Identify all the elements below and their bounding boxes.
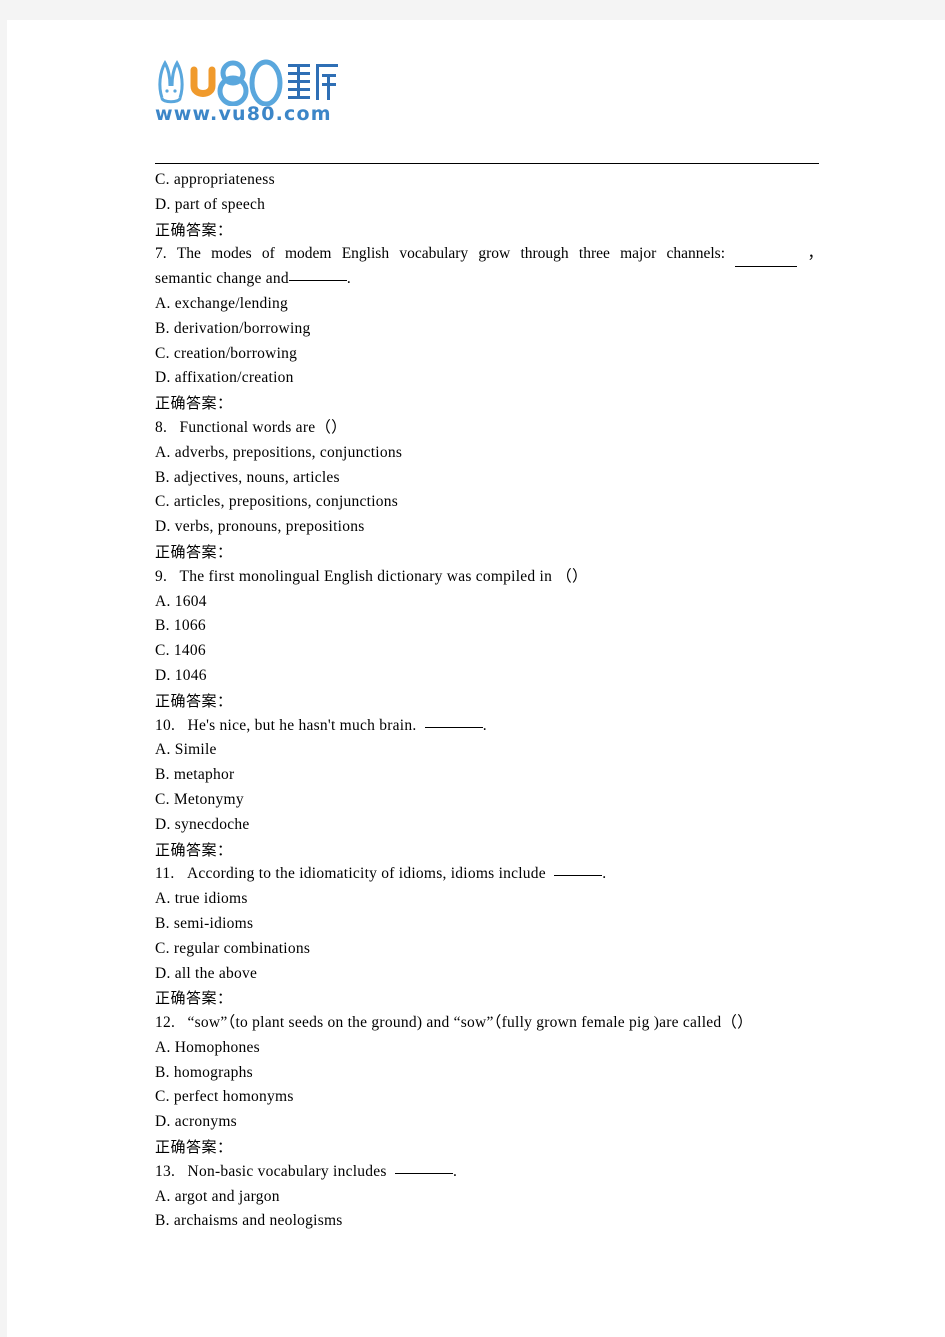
question-number: 11. <box>155 865 175 883</box>
option-item: D. acronyms <box>155 1113 237 1131</box>
answer-blank <box>554 875 603 877</box>
vu80-logo-icon <box>158 59 338 106</box>
answer-label: 正确答案： <box>155 220 233 239</box>
answer-label: 正确答案： <box>155 840 233 859</box>
question-stem: 13. Non-basic vocabulary includes . <box>155 1160 823 1185</box>
option-item: C. appropriateness <box>155 171 275 188</box>
option-item: B. semi-idioms <box>155 914 254 932</box>
site-logo-url: www.vu80.com <box>155 103 332 125</box>
answer-blank <box>288 280 347 282</box>
option-item: C. perfect homonyms <box>155 1088 294 1106</box>
option-item: B. derivation/borrowing <box>155 319 311 337</box>
option-item: D. verbs, pronouns, prepositions <box>155 518 365 536</box>
option-item: B. adjectives, nouns, articles <box>155 468 340 486</box>
question-stem-cont: semantic change and. <box>155 270 351 288</box>
question-number: 13. <box>155 1162 176 1180</box>
question-stem: 7. The modes of modem English vocabulary… <box>155 242 823 268</box>
option-item: B. homographs <box>155 1063 253 1081</box>
question-stem: 11. According to the idiomaticity of idi… <box>155 862 823 887</box>
answer-blank <box>394 1172 453 1174</box>
answer-label: 正确答案： <box>155 542 233 561</box>
question-number: 8. <box>155 418 168 436</box>
option-item: D. all the above <box>155 964 258 982</box>
site-logo[interactable]: www.vu80.com <box>148 58 448 134</box>
option-item: B. 1066 <box>155 617 206 635</box>
document-page: www.vu80.com C. appropriateness D. part … <box>7 20 945 1337</box>
answer-label: 正确答案： <box>155 1138 233 1157</box>
option-item: A. Simile <box>155 741 217 759</box>
question-number: 10. <box>155 716 176 734</box>
option-item: A. 1604 <box>155 592 207 610</box>
question-number: 7. <box>155 245 167 263</box>
answer-label: 正确答案： <box>155 691 233 710</box>
question-list: C. appropriateness D. part of speech 正确答… <box>155 168 823 1234</box>
question-stem: 8. Functional words are（） <box>155 416 823 441</box>
question-number: 12. <box>155 1014 176 1032</box>
option-item: C. regular combinations <box>155 939 311 957</box>
option-item: A. exchange/lending <box>155 294 289 312</box>
option-item: A. Homophones <box>155 1038 260 1056</box>
option-item: D. synecdoche <box>155 815 250 833</box>
option-item: C. creation/borrowing <box>155 344 298 362</box>
option-item: A. argot and jargon <box>155 1187 280 1205</box>
option-item: C. Metonymy <box>155 790 244 808</box>
option-item: B. archaisms and neologisms <box>155 1212 343 1230</box>
option-item: D. 1046 <box>155 666 207 684</box>
answer-label: 正确答案： <box>155 989 233 1008</box>
question-stem: 10. He's nice, but he hasn't much brain.… <box>155 714 823 739</box>
option-item: D. part of speech <box>155 195 266 213</box>
page-content: www.vu80.com <box>148 58 820 134</box>
option-item: D. affixation/creation <box>155 369 294 387</box>
option-item: C. 1406 <box>155 642 206 660</box>
answer-blank <box>735 242 798 268</box>
question-stem: 12. “sow”（to plant seeds on the ground) … <box>155 1011 823 1036</box>
answer-blank <box>424 726 483 728</box>
option-item: A. true idioms <box>155 890 248 908</box>
option-item: A. adverbs, prepositions, conjunctions <box>155 443 403 461</box>
answer-label: 正确答案： <box>155 394 233 413</box>
question-number: 9. <box>155 567 168 585</box>
option-item: B. metaphor <box>155 766 235 784</box>
header-divider <box>155 163 819 164</box>
question-stem: 9. The first monolingual English diction… <box>155 565 823 590</box>
option-item: C. articles, prepositions, conjunctions <box>155 493 399 511</box>
